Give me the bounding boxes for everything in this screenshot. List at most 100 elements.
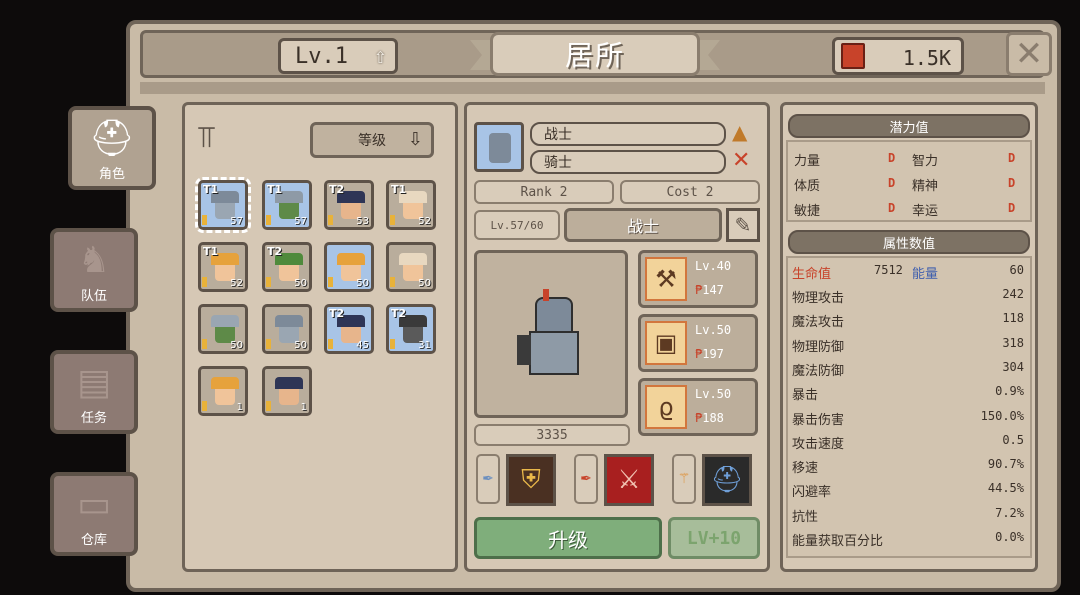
hero-tier: T1 (203, 245, 219, 258)
hero-level: 50 (294, 278, 307, 289)
potential-title: 潜力值 (788, 114, 1030, 138)
stat-value: 0.9% (995, 384, 1024, 399)
amulet-icon: ϱ (645, 385, 687, 429)
currency-box: 1.5K (832, 37, 964, 75)
hero-rank-bar (328, 277, 333, 287)
stat-value: 150.0% (980, 408, 1024, 423)
stat-row: 暴击 0.9% (792, 384, 1024, 406)
potential-label: 智力 (912, 154, 939, 169)
hero-level: 50 (418, 278, 431, 289)
stat-label: 攻击速度 (792, 436, 845, 452)
upgrade-button[interactable]: 升级 (474, 517, 662, 559)
stat-value: 0.5 (1002, 432, 1024, 447)
hero-tier: T1 (391, 183, 407, 196)
equip-slot-armor[interactable]: ▣ Lv.50 ₱197 (638, 314, 758, 372)
tab-team[interactable]: ♞ 队伍 (50, 228, 138, 312)
hero-level: 52 (418, 216, 431, 227)
hero-level: 31 (418, 340, 431, 351)
tab-storage[interactable]: ▭ 仓库 (50, 472, 138, 556)
stat-label: 闪避率 (792, 485, 832, 501)
stat-value: 118 (1002, 311, 1024, 326)
hero-hat (211, 315, 239, 327)
tab-character[interactable]: ⛑ 角色 (68, 106, 156, 190)
wand-icon: ⚚ (677, 471, 691, 487)
stat-row: 魔法防御 304 (792, 360, 1024, 382)
stat-label: 魔法攻击 (792, 315, 845, 331)
hero-hat (275, 377, 303, 389)
skill-rune-1[interactable]: ✒ (476, 454, 500, 504)
equip-power: ₱197 (695, 347, 724, 361)
stat-row-hp: 生命值 7512 能量 60 (792, 263, 1024, 285)
hero-card[interactable]: 50 (262, 304, 312, 354)
hero-level: 50 (230, 340, 243, 351)
skill-helm-charge[interactable]: ⛑ (702, 454, 752, 506)
hero-card[interactable]: T2 53 (324, 180, 374, 230)
stat-label: 暴击 (792, 388, 819, 404)
hero-card[interactable]: T1 52 (198, 242, 248, 292)
arrow-down-icon: ⇩ (407, 129, 423, 150)
equip-power: ₱147 (695, 283, 724, 297)
sort-dropdown[interactable]: 等级 ⇩ (310, 122, 434, 158)
rename-pencil-icon[interactable]: ✎ (726, 208, 760, 242)
hero-rank-bar (202, 401, 207, 411)
base-level-box[interactable]: Lv.1 ⇧ (278, 38, 398, 74)
stat-value: 304 (1002, 359, 1024, 374)
hero-card[interactable]: T1 57 (262, 180, 312, 230)
dismiss-x-icon[interactable]: ✕ (732, 148, 750, 173)
potential-grade: D (888, 151, 896, 165)
sword-slash-icon: ⚔ (617, 465, 641, 495)
skill-rune-2[interactable]: ✒ (574, 454, 598, 504)
stat-row: 移速 90.7% (792, 457, 1024, 479)
skill-shield[interactable]: ⛨ (506, 454, 556, 506)
hero-tier: T2 (329, 183, 345, 196)
hero-card[interactable]: T1 52 (386, 180, 436, 230)
tab-label: 仓库 (80, 533, 107, 548)
promote-arrow-icon[interactable]: ▲ (732, 120, 747, 144)
currency-amount: 1.5K (902, 46, 951, 70)
hero-level: 57 (230, 216, 243, 227)
potential-label: 体质 (794, 179, 821, 194)
hero-card[interactable]: 1 (198, 366, 248, 416)
hero-card[interactable]: 50 (386, 242, 436, 292)
potential-grade: D (888, 176, 896, 190)
equip-level: Lv.50 (695, 323, 732, 337)
stat-label: 移速 (792, 461, 819, 477)
filter-icon[interactable]: ⫪ (198, 120, 215, 155)
hero-tier: T2 (267, 245, 283, 258)
stat-value: 0.0% (995, 530, 1024, 544)
energy-value: 60 (1009, 263, 1024, 277)
helmet-icon: ⛑ (89, 118, 135, 159)
stat-value: 7.2% (995, 505, 1024, 520)
hero-rank-bar (266, 339, 271, 349)
stat-row: 抗性 7.2% (792, 506, 1024, 528)
hero-rank-bar (328, 339, 333, 349)
rank-pill: Rank 2 (474, 180, 614, 204)
hero-card[interactable]: 50 (324, 242, 374, 292)
tab-quest[interactable]: ▤ 任务 (50, 350, 138, 434)
skill-rune-3[interactable]: ⚚ (672, 454, 696, 504)
hero-card[interactable]: 1 (262, 366, 312, 416)
hero-card[interactable]: T2 45 (324, 304, 374, 354)
role-label: 战士 (564, 208, 722, 242)
potential-grade: D (1008, 201, 1016, 215)
potential-label: 力量 (794, 154, 821, 169)
close-button[interactable]: ✕ (1006, 32, 1052, 76)
hero-card[interactable]: T1 57 (195, 177, 251, 233)
skill-slash[interactable]: ⚔ (604, 454, 654, 506)
hero-rank-bar (390, 339, 395, 349)
hero-level: 45 (356, 340, 369, 351)
stat-label: 抗性 (792, 509, 819, 525)
equip-slot-accessory[interactable]: ϱ Lv.50 ₱188 (638, 378, 758, 436)
potential-grade: D (1008, 176, 1016, 190)
level-plus-10-button[interactable]: LV+10 (668, 517, 760, 559)
armor-icon: ▣ (645, 321, 687, 365)
tab-label: 角色 (98, 167, 125, 182)
hero-card[interactable]: T2 31 (386, 304, 436, 354)
page-title: 居所 (490, 32, 700, 76)
hero-card[interactable]: 50 (198, 304, 248, 354)
map-scroll-icon: ▤ (76, 362, 111, 403)
helmet-icon: ⛑ (710, 465, 744, 495)
tab-label: 任务 (80, 411, 107, 426)
hero-card[interactable]: T2 50 (262, 242, 312, 292)
equip-slot-weapon[interactable]: ⚒ Lv.40 ₱147 (638, 250, 758, 308)
